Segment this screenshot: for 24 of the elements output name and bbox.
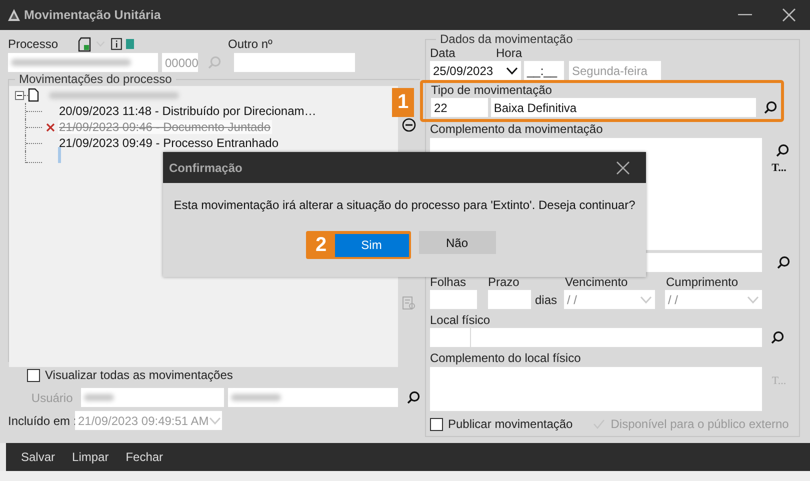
field-label: Folhas (430, 275, 468, 289)
callout-badge: 1 (392, 88, 414, 117)
field-label: Outro nº (228, 37, 272, 51)
field-label: Vencimento (565, 275, 629, 289)
field-label: Prazo (488, 275, 520, 289)
checkbox-label: Disponível para o público externo (610, 417, 789, 431)
unit-label: dias (535, 292, 558, 306)
field-label: Complemento da movimentação (430, 122, 604, 136)
field-label: Cumprimento (666, 275, 738, 289)
section-title: Movimentações do processo (18, 72, 173, 86)
field-placeholder: / / (668, 292, 678, 306)
section-title: Dados da movimentação (439, 32, 574, 46)
field-label: Processo (8, 37, 58, 51)
field-value: 25/09/2023 (433, 64, 494, 78)
field-label: Local físico (430, 313, 492, 327)
field-label: Data (430, 46, 456, 60)
dialog-message: Esta movimentação irá alterar a situação do processo para 'Extinto'. Deseja continuar? (172, 198, 636, 212)
field-label: Usuário (30, 390, 73, 404)
window-title: Movimentação Unitária (24, 8, 161, 22)
field-placeholder: / / (567, 292, 578, 306)
field-label: Hora (496, 46, 522, 60)
field-label: Complemento do local físico (430, 351, 582, 365)
field-label: Tipo de movimentação (431, 83, 553, 97)
dialog-title: Confirmação (169, 160, 242, 174)
